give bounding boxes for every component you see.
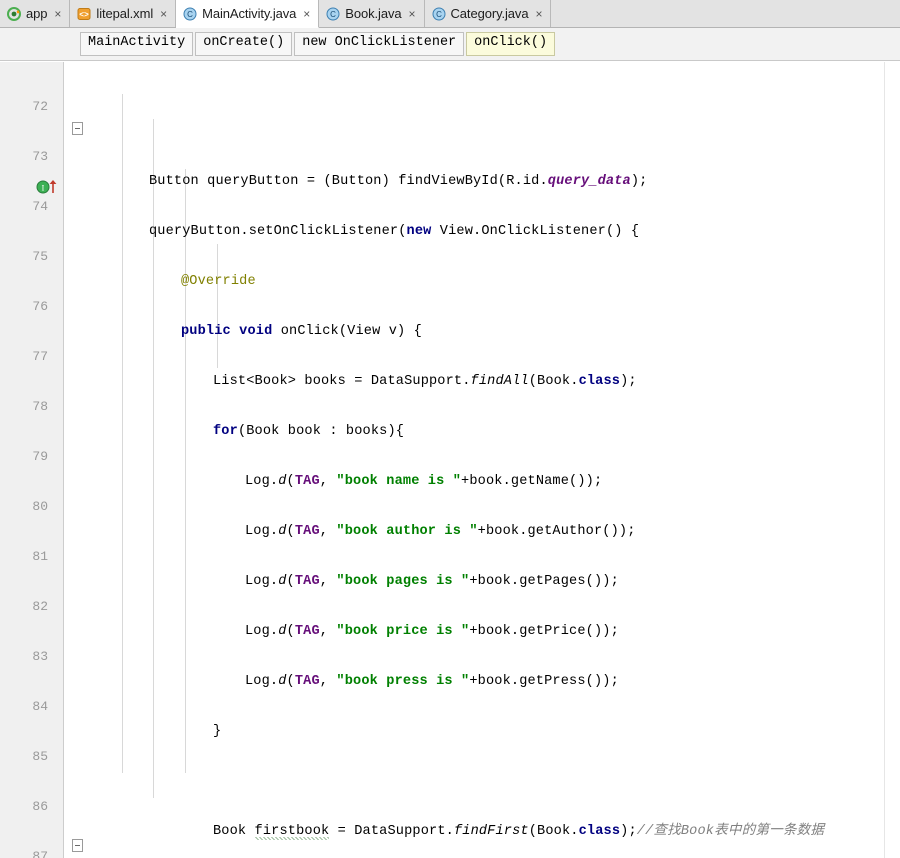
line-number: 77 [32,349,48,364]
xml-file-icon: <> [77,7,91,21]
tab-label: MainActivity.java [202,6,297,21]
code-editor[interactable]: I }); 72 73 Button queryButton = (Button… [0,62,900,858]
code-line-81[interactable]: 81 Log.d(TAG, "book pages is "+book.getP… [0,519,900,589]
code-line-80[interactable]: 80 Log.d(TAG, "book author is "+book.get… [0,469,900,539]
code-line-86[interactable]: 86 Book firstbook = DataSupport.findFirs… [0,769,900,840]
line-number: 85 [32,749,48,764]
line-number: 72 [32,99,48,114]
tab-category-java[interactable]: C Category.java × [424,0,552,27]
svg-text:<>: <> [80,11,90,20]
android-module-icon [7,6,21,21]
breadcrumb: MainActivity onCreate() new OnClickListe… [0,28,900,61]
tab-app[interactable]: app × [0,0,71,27]
code-line-73[interactable]: 73 Button queryButton = (Button) findVie… [0,119,900,189]
line-number: 86 [32,799,48,814]
close-icon[interactable]: × [52,8,61,20]
line-number: 75 [32,249,48,264]
close-icon[interactable]: × [301,8,310,20]
svg-text:C: C [330,10,336,19]
code-line-77[interactable]: 77 List<Book> books = DataSupport.findAl… [0,319,900,389]
code-lines[interactable]: 72 73 Button queryButton = (Button) find… [0,62,900,858]
code-line-85[interactable]: 85 [0,719,900,764]
line-number: 82 [32,599,48,614]
close-icon[interactable]: × [158,8,167,20]
tab-label: Book.java [345,6,402,21]
code-line-83[interactable]: 83 Log.d(TAG, "book press is "+book.getP… [0,619,900,689]
code-line-87[interactable]: 87 Log.d(TAG, "firstbook name is "+first… [0,819,900,858]
breadcrumb-item-new-onclicklistener[interactable]: new OnClickListener [294,32,465,56]
code-line-79[interactable]: 79 Log.d(TAG, "book name is "+book.getNa… [0,419,900,489]
line-number: 73 [32,149,48,164]
code-line-78[interactable]: 78 for(Book book : books){ [0,369,900,439]
tab-litepal-xml[interactable]: <> litepal.xml × [70,0,177,27]
code-line-74[interactable]: 74 queryButton.setOnClickListener(new Vi… [0,169,900,239]
tab-mainactivity-java[interactable]: C MainActivity.java × [176,0,320,28]
java-class-icon: C [326,7,340,21]
line-number: 83 [32,649,48,664]
line-number: 76 [32,299,48,314]
svg-text:C: C [187,10,193,19]
line-number: 74 [32,199,48,214]
line-number: 80 [32,499,48,514]
line-number: 84 [32,699,48,714]
breadcrumb-item-oncreate[interactable]: onCreate() [195,32,293,56]
line-number: 81 [32,549,48,564]
breadcrumb-item-onclick[interactable]: onClick() [466,32,556,56]
tab-book-java[interactable]: C Book.java × [319,0,425,27]
code-line-82[interactable]: 82 Log.d(TAG, "book price is "+book.getP… [0,569,900,639]
code-line-72[interactable]: 72 [0,69,900,114]
tab-label: app [26,6,48,21]
tab-label: Category.java [450,6,529,21]
code-line-75[interactable]: 75 @Override [0,219,900,289]
editor-tab-bar: app × <> litepal.xml × C MainActivity.ja… [0,0,900,28]
java-class-icon: C [183,7,197,21]
breadcrumb-item-mainactivity[interactable]: MainActivity [80,32,194,56]
java-class-icon: C [432,7,446,21]
code-line-84[interactable]: 84 } [0,669,900,739]
line-number: 78 [32,399,48,414]
close-icon[interactable]: × [533,8,542,20]
close-icon[interactable]: × [407,8,416,20]
tab-bar-filler [551,0,900,27]
code-line-76[interactable]: 76 public void onClick(View v) { [0,269,900,339]
tab-label: litepal.xml [96,6,154,21]
line-number: 79 [32,449,48,464]
svg-text:C: C [436,10,442,19]
line-number: 87 [32,849,48,858]
